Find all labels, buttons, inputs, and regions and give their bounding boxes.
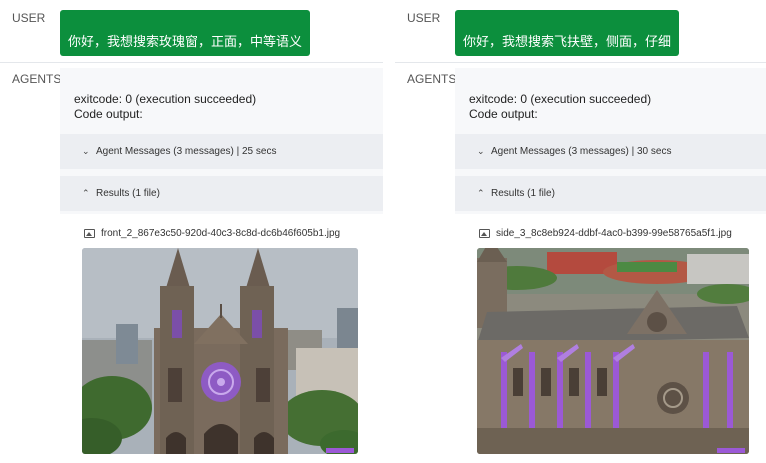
file-name: front_2_867e3c50-920d-40c3-8c8d-dc6b46f6… [101,228,341,239]
results-body: side_3_8c8eb924-ddbf-4ac0-b399-99e58765a… [455,214,766,463]
agent-messages-label: Agent Messages (3 messages) | 30 secs [491,146,672,157]
chevron-up-icon: ⌃ [82,188,90,198]
agent-messages-toggle[interactable]: ⌄ Agent Messages (3 messages) | 30 secs [455,134,766,169]
file-name: side_3_8c8eb924-ddbf-4ac0-b399-99e58765a… [496,228,732,239]
exitcode-text: exitcode: 0 (execution succeeded) [469,92,652,106]
result-image-front[interactable] [82,248,358,454]
agent-response-panel: exitcode: 0 (execution succeeded) Code o… [455,68,766,463]
user-message-row: USER 你好，我想搜索玫瑰窗，正面，中等语义 [0,0,383,62]
result-file-link[interactable]: side_3_8c8eb924-ddbf-4ac0-b399-99e58765a… [479,228,732,239]
results-body: front_2_867e3c50-920d-40c3-8c8d-dc6b46f6… [60,214,383,463]
user-message-bubble: 你好，我想搜索飞扶壁，侧面，仔细 [455,10,680,56]
cathedral-front-photo [82,248,358,454]
results-toggle[interactable]: ⌃ Results (1 file) [60,176,383,211]
agent-messages-toggle[interactable]: ⌄ Agent Messages (3 messages) | 25 secs [60,134,383,169]
chevron-down-icon: ⌄ [82,146,90,156]
chat-column-right: USER 你好，我想搜索飞扶壁，侧面，仔细 AGENTS exitcode: 0… [395,0,766,463]
agent-messages-label: Agent Messages (3 messages) | 25 secs [96,146,277,157]
result-file-link[interactable]: front_2_867e3c50-920d-40c3-8c8d-dc6b46f6… [84,228,340,239]
image-icon [84,229,95,238]
cathedral-side-photo [477,248,749,454]
user-message-bubble: 你好，我想搜索玫瑰窗，正面，中等语义 [60,10,311,56]
results-label: Results (1 file) [96,188,160,199]
chat-column-left: USER 你好，我想搜索玫瑰窗，正面，中等语义 AGENTS exitcode:… [0,0,383,463]
user-role-label: USER [12,11,46,25]
code-output-label: Code output: [469,107,538,121]
code-output-text: exitcode: 0 (execution succeeded) Code o… [74,92,256,122]
image-icon [479,229,490,238]
code-output-label: Code output: [74,107,143,121]
user-message-row: USER 你好，我想搜索飞扶壁，侧面，仔细 [395,0,766,62]
result-image-side[interactable] [477,248,749,454]
agents-role-label: AGENTS [12,72,62,86]
results-label: Results (1 file) [491,188,555,199]
code-output-text: exitcode: 0 (execution succeeded) Code o… [469,92,651,122]
chevron-up-icon: ⌃ [477,188,485,198]
results-toggle[interactable]: ⌃ Results (1 file) [455,176,766,211]
exitcode-text: exitcode: 0 (execution succeeded) [74,92,257,106]
agents-response-row: AGENTS exitcode: 0 (execution succeeded)… [395,62,766,463]
agents-role-label: AGENTS [407,72,457,86]
user-role-label: USER [407,11,441,25]
chevron-down-icon: ⌄ [477,146,485,156]
agent-response-panel: exitcode: 0 (execution succeeded) Code o… [60,68,383,463]
agents-response-row: AGENTS exitcode: 0 (execution succeeded)… [0,62,383,463]
